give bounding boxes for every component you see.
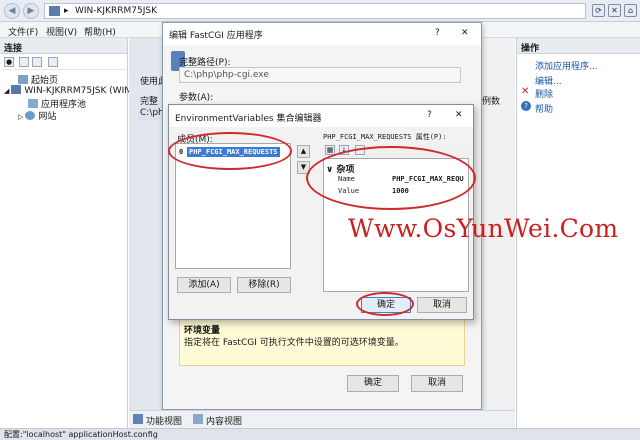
menu-view[interactable]: 视图(V) xyxy=(46,25,77,38)
fastcgi-help-icon[interactable]: ? xyxy=(435,28,440,38)
tree-sites[interactable]: ▷ 网站 xyxy=(18,109,56,122)
sites-icon[interactable] xyxy=(48,57,58,67)
help-link[interactable]: 帮助 xyxy=(535,102,553,115)
actions-title: 操作 xyxy=(517,38,640,54)
server-icon xyxy=(11,85,22,94)
env-close-icon[interactable]: ✕ xyxy=(455,110,463,120)
status-bar: 配置:"localhost" applicationHost.config xyxy=(0,428,640,440)
delete-link[interactable]: 删除 xyxy=(535,87,553,100)
menu-file[interactable]: 文件(F) xyxy=(8,25,38,38)
fastcgi-ok-button[interactable]: 确定 xyxy=(347,375,399,392)
tab-features-view[interactable]: 功能视图 xyxy=(146,414,182,427)
save-icon[interactable] xyxy=(19,57,29,67)
move-up-icon[interactable]: ▲ xyxy=(297,145,310,158)
delete-icon: ✕ xyxy=(521,86,530,97)
tree-server[interactable]: ◢ WIN-KJKRRM75JSK (WIN- xyxy=(4,85,134,96)
view-tabs: 功能视图 内容视图 xyxy=(129,410,515,428)
back-icon[interactable]: ◀ xyxy=(4,3,20,19)
edit-link[interactable]: 编辑... xyxy=(535,74,562,87)
expand-icon[interactable]: ◢ xyxy=(4,87,9,95)
env-titlebar: EnvironmentVariables 集合编辑器 ? ✕ xyxy=(169,105,473,127)
fastcgi-titlebar: 编辑 FastCGI 应用程序 ? ✕ xyxy=(163,23,481,45)
refresh-icon[interactable]: ⟳ xyxy=(592,4,605,17)
env-title: EnvironmentVariables 集合编辑器 xyxy=(175,114,322,124)
env-info-box: 环境变量 指定将在 FastCGI 可执行文件中设置的可选环境变量。 xyxy=(179,318,465,366)
stop-icon[interactable]: ✕ xyxy=(608,4,621,17)
connections-title: 连接 xyxy=(0,38,127,54)
forward-icon[interactable]: ▶ xyxy=(23,3,39,19)
watermark: Www.OsYunWei.Com xyxy=(348,214,619,243)
center-count-col: 例数 xyxy=(482,97,501,107)
env-cancel-button[interactable]: 取消 xyxy=(417,297,467,313)
connections-panel: 连接 ● 起始页 ◢ WIN-KJKRRM75JSK (WIN- 应用程序池 ▷ 网… xyxy=(0,38,134,428)
env-info-desc: 指定将在 FastCGI 可执行文件中设置的可选环境变量。 xyxy=(184,338,404,348)
env-help-icon[interactable]: ? xyxy=(427,110,432,120)
tab-content-view[interactable]: 内容视图 xyxy=(206,414,242,427)
fastcgi-cancel-button[interactable]: 取消 xyxy=(411,375,463,392)
globe-icon xyxy=(25,111,36,120)
status-text: 配置:"localhost" applicationHost.config xyxy=(4,430,158,439)
menu-help[interactable]: 帮助(H) xyxy=(84,25,116,38)
arguments-label: 参数(A): xyxy=(179,93,214,103)
add-application-link[interactable]: 添加应用程序... xyxy=(535,59,598,72)
add-button[interactable]: 添加(A) xyxy=(177,277,231,293)
props-label: PHP_FCGI_MAX_REQUESTS 属性(P): xyxy=(323,133,447,141)
collapse-icon[interactable]: ▷ xyxy=(18,113,23,121)
page-icon xyxy=(18,75,28,84)
center-path-cell: C:\php xyxy=(138,106,170,120)
home-icon[interactable]: ⌂ xyxy=(624,4,637,17)
help-icon: ? xyxy=(521,101,531,111)
annotation-circle-ok xyxy=(356,292,414,316)
connect-icon[interactable]: ● xyxy=(4,57,14,67)
remove-button[interactable]: 移除(R) xyxy=(237,277,291,293)
address-bar: ◀ ▶ ▸ WIN-KJKRRM75JSK ⟳ ✕ ⌂ xyxy=(0,0,640,22)
annotation-circle-member xyxy=(168,132,292,170)
fastcgi-close-icon[interactable]: ✕ xyxy=(461,28,469,38)
app-pool-icon xyxy=(28,99,38,108)
server-icon xyxy=(49,6,60,16)
address-path: WIN-KJKRRM75JSK xyxy=(75,6,157,16)
up-icon[interactable] xyxy=(32,57,42,67)
fastcgi-title: 编辑 FastCGI 应用程序 xyxy=(169,31,263,41)
address-separator: ▸ xyxy=(64,6,69,16)
connections-toolbar: ● xyxy=(2,56,126,70)
features-view-icon xyxy=(133,414,143,424)
content-view-icon xyxy=(193,414,203,424)
address-field[interactable]: ▸ WIN-KJKRRM75JSK xyxy=(44,3,586,19)
annotation-circle-props xyxy=(306,146,476,210)
full-path-field[interactable]: C:\php\php-cgi.exe xyxy=(179,67,461,83)
